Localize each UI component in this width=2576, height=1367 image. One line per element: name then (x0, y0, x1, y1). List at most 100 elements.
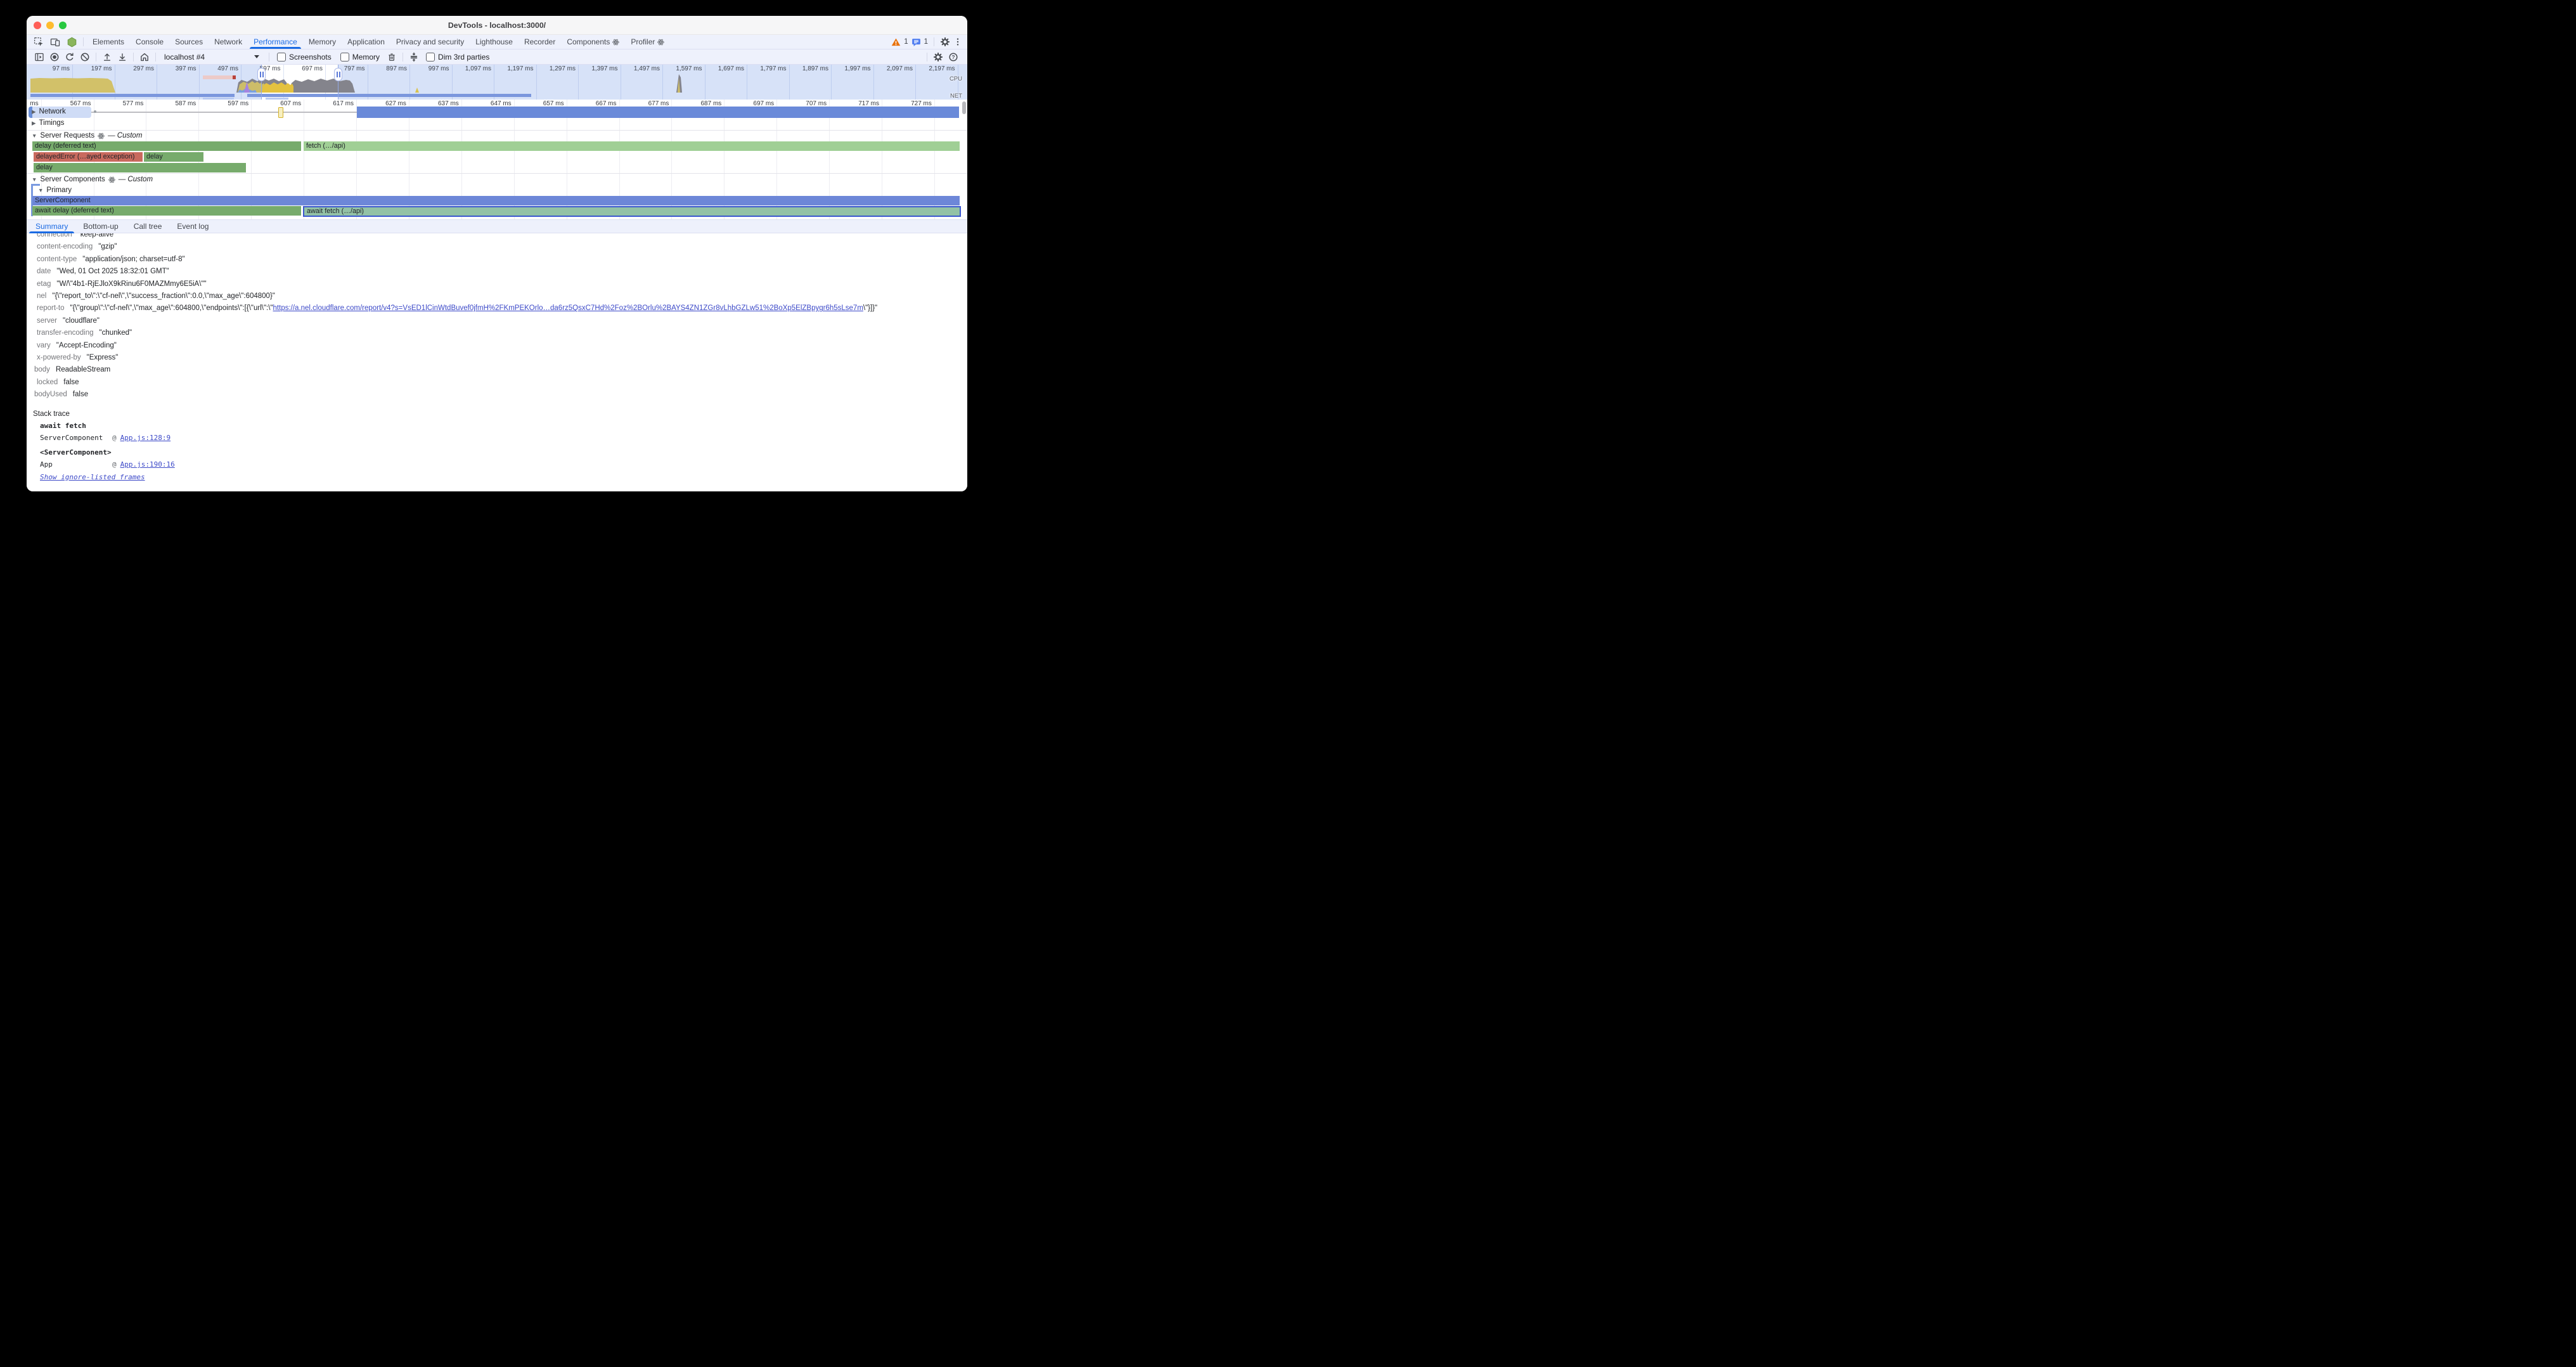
frame-at-symbol: @ (112, 434, 117, 442)
track-header-primary[interactable]: ▼ Primary (38, 186, 72, 194)
tab-label: Console (136, 37, 164, 46)
garbage-collect-icon[interactable] (384, 51, 399, 63)
flame-bar[interactable]: fetch (…/api) (304, 141, 960, 151)
summary-property-row: lockedfalse (27, 377, 967, 389)
net-lane-label: NET (950, 93, 962, 100)
property-key: report-to (37, 304, 64, 312)
divider (83, 37, 84, 46)
record-and-reload-icon[interactable] (62, 51, 77, 63)
property-key: date (37, 268, 51, 275)
selection-handle-left[interactable] (257, 68, 266, 81)
capture-settings-gear-icon[interactable] (931, 51, 946, 63)
chevron-down-icon: ▼ (32, 176, 37, 183)
screenshots-checkbox[interactable]: Screenshots (277, 53, 332, 62)
details-tab-summary[interactable]: Summary (28, 220, 75, 233)
collapse-flame-icon[interactable] (406, 51, 422, 63)
chevron-down-icon (254, 55, 259, 58)
flame-bar[interactable]: delayedError (…ayed exception) (34, 152, 143, 162)
flame-bar[interactable]: delay (34, 163, 246, 172)
flame-chart-area[interactable]: ms567 ms577 ms587 ms597 ms607 ms617 ms62… (27, 100, 967, 219)
flame-bar[interactable]: await fetch (…/api) (303, 206, 961, 217)
overview-tick-label: 97 ms (30, 65, 70, 72)
tab-network[interactable]: Network (209, 35, 248, 49)
overview-tick-label: 1,997 ms (832, 65, 871, 72)
track-header-network[interactable]: ▶ Network (32, 108, 66, 115)
network-request-bar[interactable] (357, 107, 959, 118)
chevron-down-icon: ▼ (32, 133, 37, 139)
flame-bar[interactable]: await delay (deferred text) (32, 206, 301, 216)
details-tab-call-tree[interactable]: Call tree (126, 220, 170, 233)
summary-property-row: x-powered-by"Express" (27, 352, 967, 364)
history-select[interactable]: localhost #4 (159, 53, 266, 62)
summary-property-row: bodyUsedfalse (27, 389, 967, 401)
react-atom-icon (657, 39, 664, 46)
react-atom-icon (108, 176, 115, 183)
frame-source-link[interactable]: App.js:128:9 (120, 434, 171, 442)
flame-bar[interactable]: ServerComponent (32, 196, 960, 205)
overview-tick-label: 1,897 ms (789, 65, 828, 72)
flame-bar[interactable]: delay (deferred text) (32, 141, 301, 151)
overview-tick-label: 1,197 ms (494, 65, 534, 72)
chevron-down-icon: ▼ (38, 187, 43, 193)
record-icon[interactable] (47, 51, 62, 63)
warning-icon[interactable] (891, 37, 901, 47)
track-header-timings[interactable]: ▶ Timings (32, 119, 64, 127)
property-key: locked (37, 379, 58, 386)
tab-sources[interactable]: Sources (169, 35, 209, 49)
zoom-window-button[interactable] (59, 22, 67, 29)
selection-handle-right[interactable] (334, 68, 342, 81)
overview-tick-label: 297 ms (115, 65, 154, 72)
upload-profile-icon[interactable] (100, 51, 115, 63)
detail-tick-label: 587 ms (151, 100, 196, 107)
toggle-sidebar-icon[interactable] (32, 51, 47, 63)
tab-components[interactable]: Components (561, 35, 625, 49)
tab-elements[interactable]: Elements (87, 35, 130, 49)
frame-source-link[interactable]: App.js:190:16 (120, 460, 175, 469)
frame-function: App (40, 458, 112, 471)
tab-lighthouse[interactable]: Lighthouse (470, 35, 518, 49)
tab-recorder[interactable]: Recorder (518, 35, 561, 49)
tab-profiler[interactable]: Profiler (625, 35, 670, 49)
flame-bar[interactable]: delay (144, 152, 203, 162)
header-value-link[interactable]: https://a.nel.cloudflare.com/report/v4?s… (273, 304, 863, 312)
kebab-menu-icon[interactable] (953, 37, 962, 46)
settings-gear-icon[interactable] (940, 37, 950, 47)
memory-checkbox[interactable]: Memory (340, 53, 380, 62)
device-toolbar-icon[interactable] (47, 35, 63, 49)
timeline-overview[interactable]: 97 ms197 ms297 ms397 ms497 ms597 ms697 m… (27, 65, 967, 100)
inspect-element-icon[interactable] (30, 35, 47, 49)
tab-memory[interactable]: Memory (303, 35, 342, 49)
tab-privacy-and-security[interactable]: Privacy and security (390, 35, 470, 49)
close-window-button[interactable] (34, 22, 41, 29)
property-key: content-type (37, 256, 77, 263)
frame-at-symbol: @ (112, 460, 117, 469)
summary-property-row: content-encoding"gzip" (27, 241, 967, 253)
show-ignore-listed-frames-link[interactable]: Show ignore-listed frames (40, 471, 145, 484)
devtools-window: DevTools - localhost:3000/ Elements Conso… (27, 16, 967, 491)
tab-performance[interactable]: Performance (248, 35, 303, 49)
download-profile-icon[interactable] (115, 51, 130, 63)
details-tab-event-log[interactable]: Event log (169, 220, 216, 233)
clear-icon[interactable] (77, 51, 93, 63)
issues-message-icon[interactable] (911, 37, 921, 47)
node-icon[interactable] (63, 35, 80, 49)
details-tab-bottom-up[interactable]: Bottom-up (75, 220, 126, 233)
minimize-window-button[interactable] (46, 22, 54, 29)
warning-count[interactable]: 1 (904, 38, 908, 46)
stack-frame: ServerComponent@App.js:128:9 (40, 432, 967, 444)
tab-label: Network (214, 37, 242, 46)
track-label: Network (39, 108, 66, 115)
help-icon[interactable]: ? (946, 51, 961, 63)
window-titlebar: DevTools - localhost:3000/ (27, 16, 967, 35)
tab-application[interactable]: Application (342, 35, 390, 49)
dim-3rd-parties-checkbox[interactable]: Dim 3rd parties (426, 53, 489, 62)
track-header-server-components[interactable]: ▼ Server Components — Custom (32, 176, 153, 183)
track-header-server-requests[interactable]: ▼ Server Requests — Custom (32, 132, 142, 139)
vertical-scrollbar-thumb[interactable] (962, 101, 966, 114)
checkbox-box (426, 53, 435, 62)
network-request-marker[interactable] (278, 107, 283, 118)
issues-count[interactable]: 1 (924, 38, 928, 46)
tab-console[interactable]: Console (130, 35, 169, 49)
property-key: connection (37, 233, 72, 238)
home-live-metrics-icon[interactable] (137, 51, 152, 63)
